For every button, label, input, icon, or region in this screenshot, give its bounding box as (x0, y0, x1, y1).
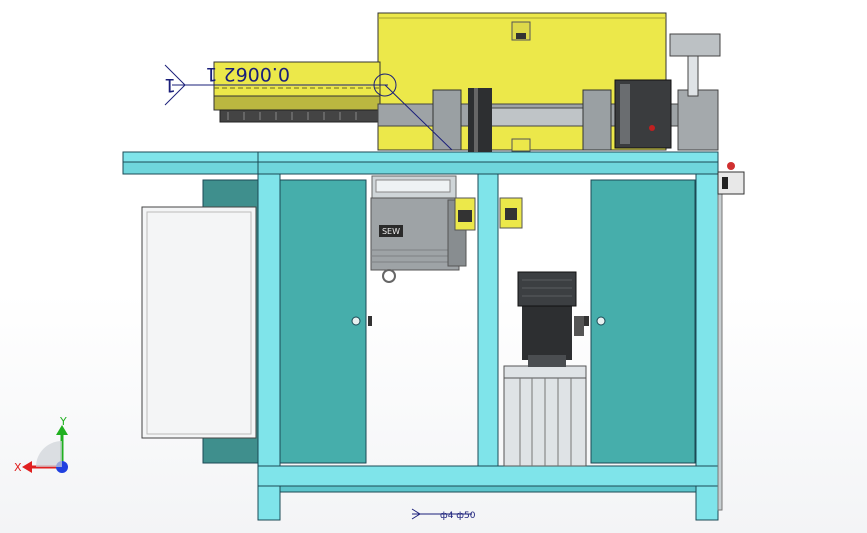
electrical-cabinet[interactable] (141, 179, 264, 464)
hydraulic-unit[interactable] (503, 271, 587, 467)
motor-nameplate: SEW (382, 227, 400, 236)
left-door[interactable] (279, 179, 372, 464)
x-axis-label: X (14, 461, 22, 474)
dimension-leader-mark: 1 (164, 74, 176, 96)
emergency-stop[interactable] (717, 162, 745, 195)
bottom-annotation[interactable]: ф4 ф50 (411, 508, 476, 521)
small-actuator-right[interactable] (499, 197, 523, 229)
small-actuator-left[interactable] (454, 197, 476, 231)
table-top (122, 151, 719, 175)
right-door[interactable] (584, 179, 696, 464)
coordinate-triad: Y X (14, 415, 68, 474)
gear-motor[interactable]: SEW (370, 175, 467, 283)
cad-viewport[interactable]: SEW 1 0.0062 1 ф4 ф50 Y X (0, 0, 867, 533)
y-axis-label: Y (59, 415, 67, 428)
bottom-annotation-text: ф4 ф50 (440, 511, 476, 521)
machine-drawing[interactable]: SEW 1 0.0062 1 ф4 ф50 Y X (0, 0, 867, 533)
right-gauge-stand[interactable] (669, 33, 721, 97)
dimension-text: 0.0062 1 (205, 63, 290, 85)
